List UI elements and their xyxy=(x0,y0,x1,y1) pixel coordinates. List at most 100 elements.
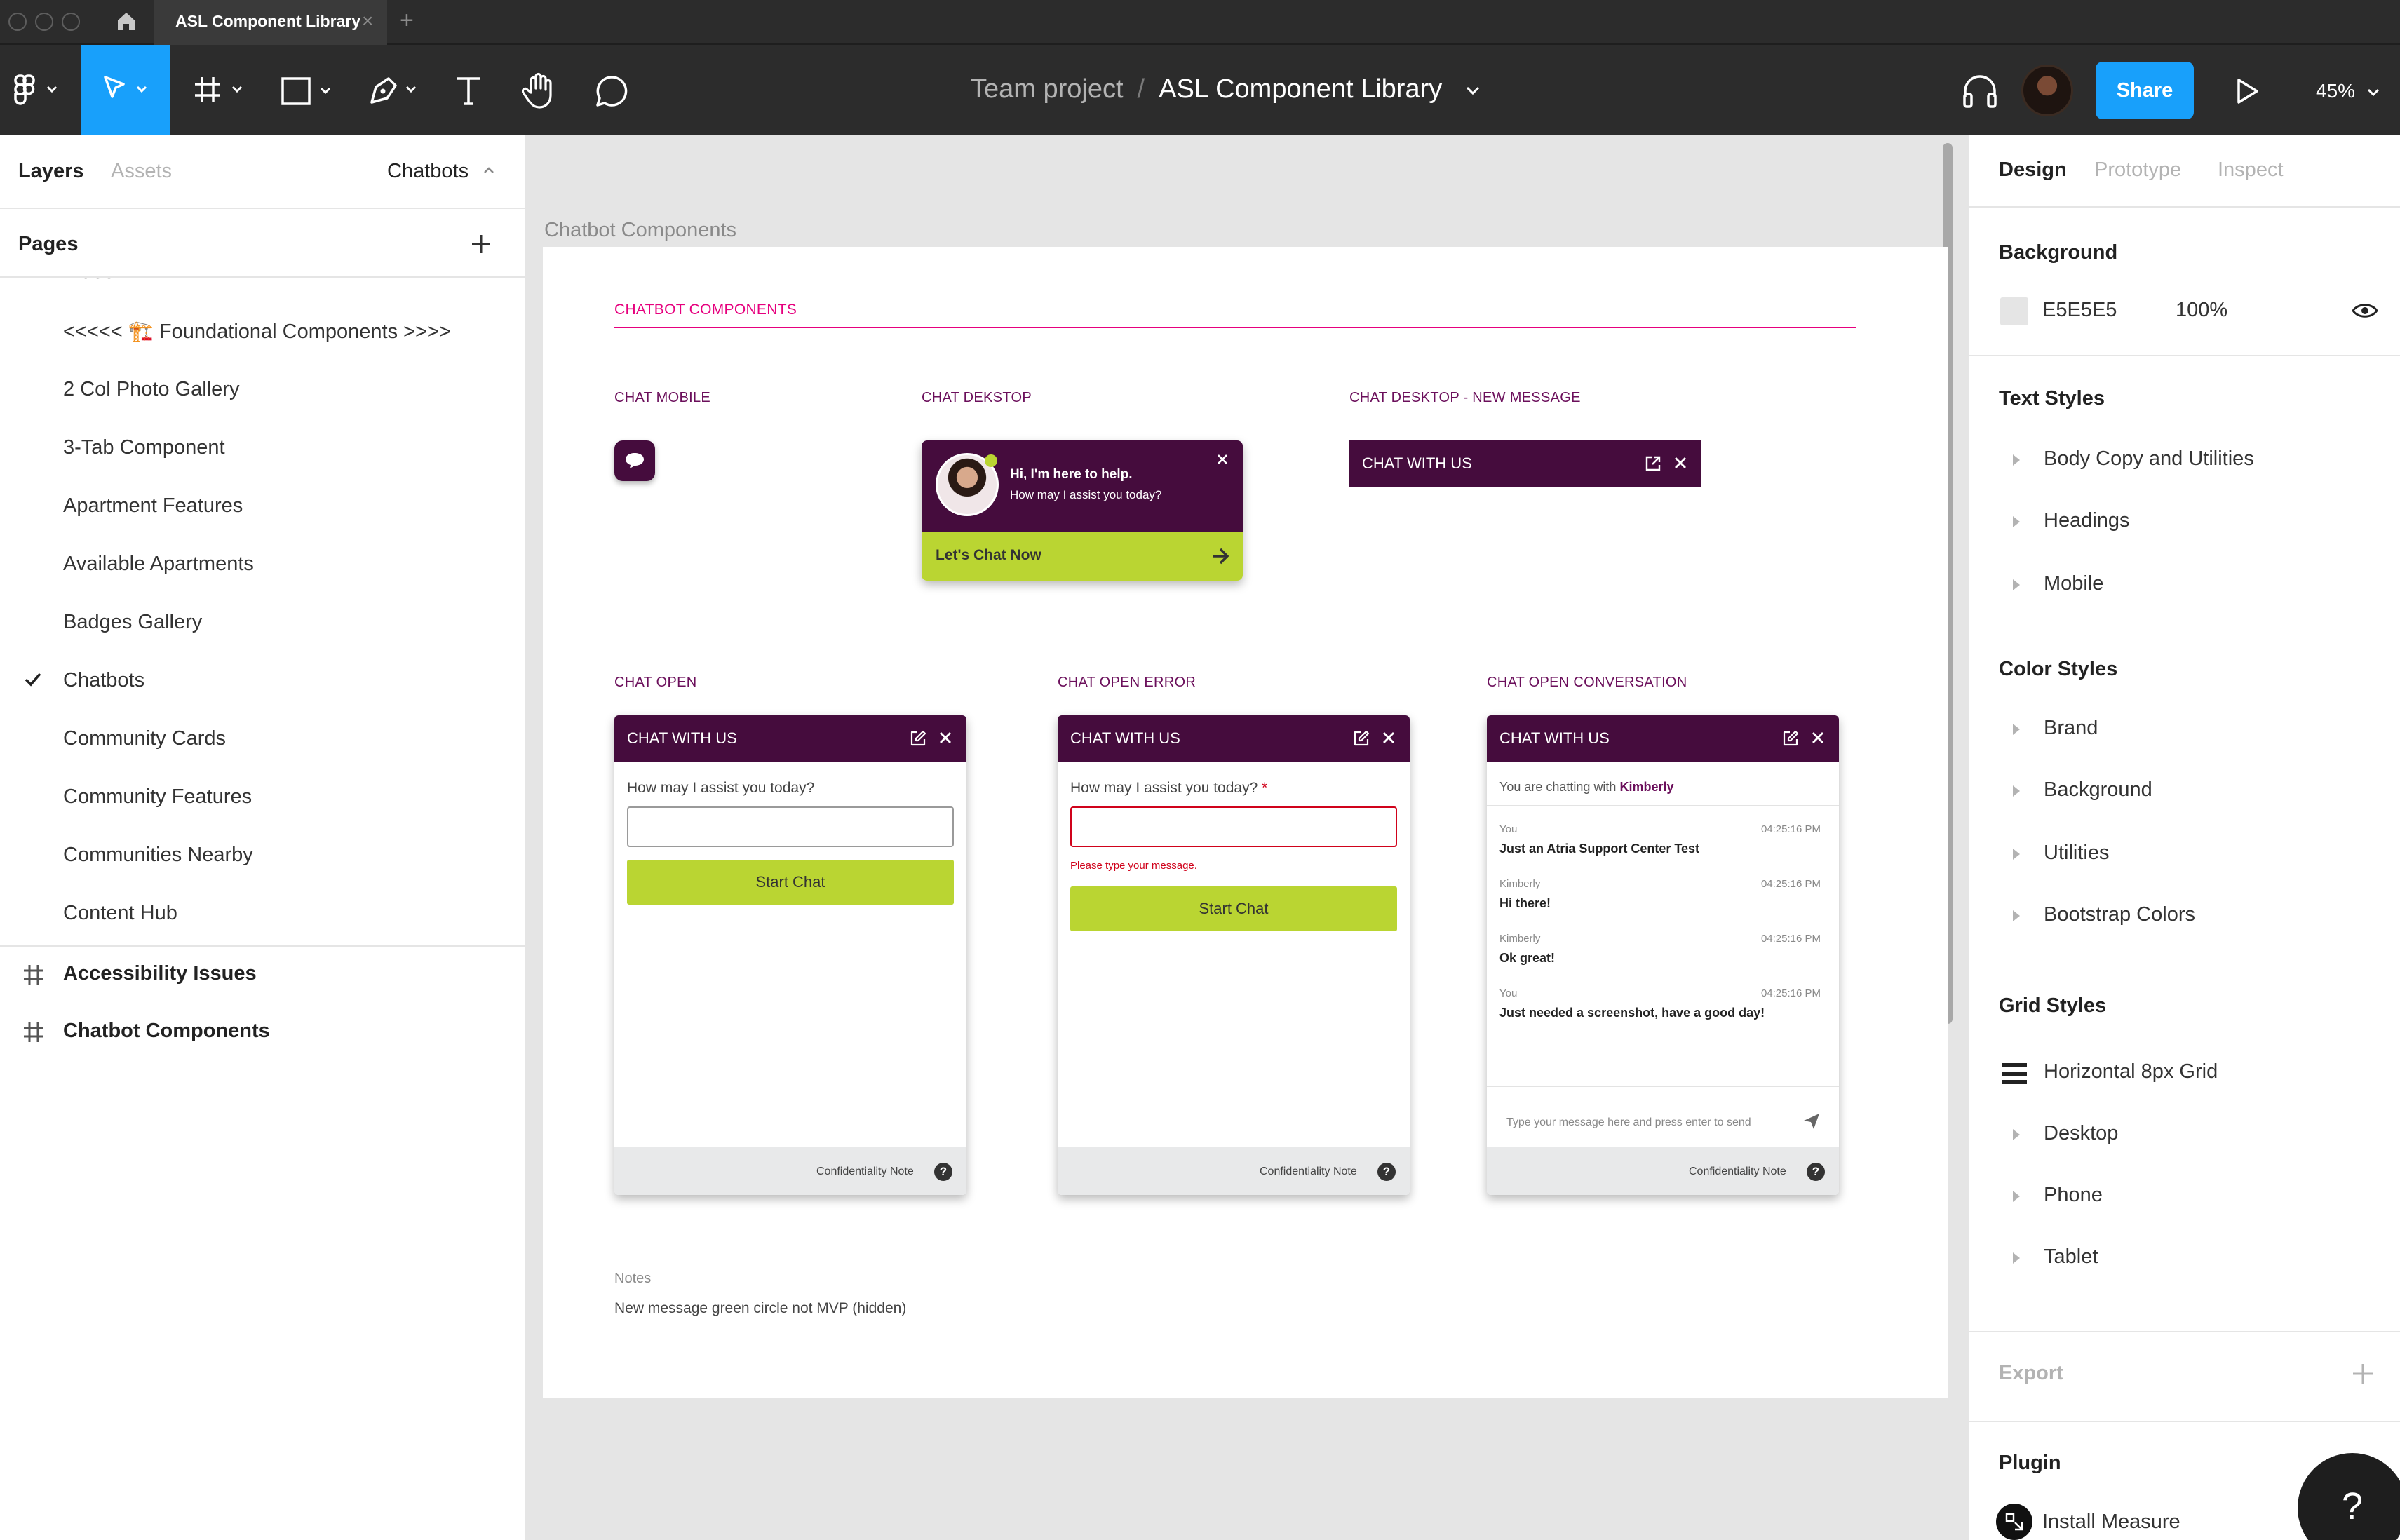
home-icon[interactable] xyxy=(115,10,137,32)
send-icon[interactable] xyxy=(1802,1112,1821,1130)
plugin-item[interactable]: Install Measure xyxy=(2042,1511,2180,1534)
page-item[interactable]: <<<<< 🏗️ Foundational Components >>>> xyxy=(63,320,451,344)
chat-message-input-error[interactable] xyxy=(1070,806,1397,847)
add-page-icon[interactable] xyxy=(470,233,492,255)
chevron-down-icon[interactable] xyxy=(1465,86,1481,95)
background-hex[interactable]: E5E5E5 xyxy=(2042,299,2117,322)
window-zoom-button[interactable] xyxy=(62,13,80,31)
expand-caret-icon[interactable] xyxy=(2013,910,2020,921)
frame-tool-icon[interactable] xyxy=(194,74,250,107)
page-item[interactable]: 3-Tab Component xyxy=(63,436,225,459)
close-icon[interactable] xyxy=(1216,453,1229,466)
page-selector[interactable]: Chatbots xyxy=(387,160,468,183)
eye-icon[interactable] xyxy=(2351,300,2379,321)
chat-open-conversation-window[interactable]: CHAT WITH US You are chatting with Kimbe… xyxy=(1487,715,1839,1195)
style-item[interactable]: Tablet xyxy=(2044,1245,2098,1269)
layer-frame-chatbot-components[interactable]: Chatbot Components xyxy=(63,1020,270,1043)
expand-caret-icon[interactable] xyxy=(2013,454,2020,466)
style-item[interactable]: Headings xyxy=(2044,509,2130,532)
chat-desktop-new-message[interactable]: CHAT WITH US xyxy=(1349,440,1701,487)
window-minimize-button[interactable] xyxy=(35,13,53,31)
chevron-up-icon[interactable] xyxy=(483,166,495,175)
add-export-icon[interactable] xyxy=(2351,1362,2375,1386)
window-close-button[interactable] xyxy=(8,13,27,31)
page-item[interactable]: Available Apartments xyxy=(63,553,254,576)
page-item-active[interactable]: Chatbots xyxy=(63,669,144,692)
chat-desktop-widget[interactable]: Hi, I'm here to help. How may I assist y… xyxy=(922,440,1243,581)
close-icon[interactable] xyxy=(1811,731,1825,745)
expand-caret-icon[interactable] xyxy=(2013,579,2020,590)
tab-assets[interactable]: Assets xyxy=(111,160,172,183)
style-item[interactable]: Horizontal 8px Grid xyxy=(2044,1060,2218,1083)
style-item[interactable]: Desktop xyxy=(2044,1122,2118,1145)
close-icon[interactable] xyxy=(1382,731,1396,745)
page-item[interactable]: Community Features xyxy=(63,785,252,809)
help-icon[interactable]: ? xyxy=(934,1163,952,1181)
edit-icon[interactable] xyxy=(909,729,927,748)
expand-caret-icon[interactable] xyxy=(2013,516,2020,527)
expand-caret-icon[interactable] xyxy=(2013,785,2020,797)
message-input-placeholder[interactable]: Type your message here and press enter t… xyxy=(1506,1116,1751,1129)
page-item[interactable]: Communities Nearby xyxy=(63,844,253,867)
tab-layers[interactable]: Layers xyxy=(18,160,84,183)
close-icon[interactable] xyxy=(938,731,952,745)
expand-caret-icon[interactable] xyxy=(2013,724,2020,735)
add-tab-button[interactable]: + xyxy=(400,7,414,34)
confidentiality-link[interactable]: Confidentiality Note xyxy=(1260,1166,1357,1178)
chat-open-window[interactable]: CHAT WITH US How may I assist you today?… xyxy=(614,715,966,1195)
style-item[interactable]: Bootstrap Colors xyxy=(2044,903,2195,926)
edit-icon[interactable] xyxy=(1781,729,1800,748)
comment-tool-icon[interactable] xyxy=(595,74,628,108)
background-swatch[interactable] xyxy=(2000,297,2028,325)
chat-mobile-button[interactable] xyxy=(614,440,655,481)
move-tool-button[interactable] xyxy=(81,45,170,135)
confidentiality-link[interactable]: Confidentiality Note xyxy=(1689,1166,1786,1178)
tab-design[interactable]: Design xyxy=(1999,158,2067,182)
chatbot-components-frame[interactable]: CHATBOT COMPONENTS CHAT MOBILE CHAT DEKS… xyxy=(543,247,1948,1398)
zoom-dropdown[interactable]: 45% xyxy=(2316,80,2380,102)
confidentiality-link[interactable]: Confidentiality Note xyxy=(816,1166,914,1178)
breadcrumb-project[interactable]: Team project xyxy=(971,74,1124,104)
share-button[interactable]: Share xyxy=(2096,62,2194,119)
style-item[interactable]: Body Copy and Utilities xyxy=(2044,447,2254,471)
page-item[interactable]: Video xyxy=(63,278,115,284)
avatar[interactable] xyxy=(2021,65,2073,116)
file-tab[interactable]: ASL Component Library × xyxy=(154,0,387,45)
expand-caret-icon[interactable] xyxy=(2013,849,2020,860)
shape-tool-icon[interactable] xyxy=(281,76,337,108)
tab-prototype[interactable]: Prototype xyxy=(2094,158,2181,182)
layer-frame-accessibility-issues[interactable]: Accessibility Issues xyxy=(63,962,257,985)
close-tab-icon[interactable]: × xyxy=(362,10,373,32)
style-item[interactable]: Brand xyxy=(2044,717,2098,740)
help-icon[interactable]: ? xyxy=(1807,1163,1825,1181)
widget-cta[interactable]: Let's Chat Now xyxy=(922,532,1243,581)
edit-icon[interactable] xyxy=(1352,729,1370,748)
frame-label[interactable]: Chatbot Components xyxy=(544,219,736,242)
page-item[interactable]: Community Cards xyxy=(63,727,226,750)
present-icon[interactable] xyxy=(2234,77,2260,105)
page-item[interactable]: Apartment Features xyxy=(63,494,243,518)
expand-caret-icon[interactable] xyxy=(2013,1252,2020,1264)
expand-caret-icon[interactable] xyxy=(2013,1191,2020,1202)
figma-menu-icon[interactable] xyxy=(14,73,63,107)
popout-icon[interactable] xyxy=(1644,454,1662,473)
chat-message-input[interactable] xyxy=(627,806,954,847)
headphones-icon[interactable] xyxy=(1961,73,1999,109)
style-item[interactable]: Utilities xyxy=(2044,842,2109,865)
hand-tool-icon[interactable] xyxy=(522,72,557,109)
expand-caret-icon[interactable] xyxy=(2013,1129,2020,1140)
style-item[interactable]: Mobile xyxy=(2044,572,2103,595)
pen-tool-icon[interactable] xyxy=(368,74,424,107)
start-chat-button[interactable]: Start Chat xyxy=(1070,886,1397,931)
background-opacity[interactable]: 100% xyxy=(2176,299,2227,322)
page-item[interactable]: 2 Col Photo Gallery xyxy=(63,378,239,401)
close-icon[interactable] xyxy=(1673,456,1687,470)
chat-open-error-window[interactable]: CHAT WITH US How may I assist you today?… xyxy=(1058,715,1410,1195)
start-chat-button[interactable]: Start Chat xyxy=(627,860,954,905)
text-tool-icon[interactable] xyxy=(454,74,483,107)
page-item[interactable]: Badges Gallery xyxy=(63,611,202,634)
breadcrumb-file[interactable]: ASL Component Library xyxy=(1159,74,1442,104)
page-item[interactable]: Content Hub xyxy=(63,902,177,925)
tab-inspect[interactable]: Inspect xyxy=(2218,158,2284,182)
style-item[interactable]: Phone xyxy=(2044,1184,2103,1207)
